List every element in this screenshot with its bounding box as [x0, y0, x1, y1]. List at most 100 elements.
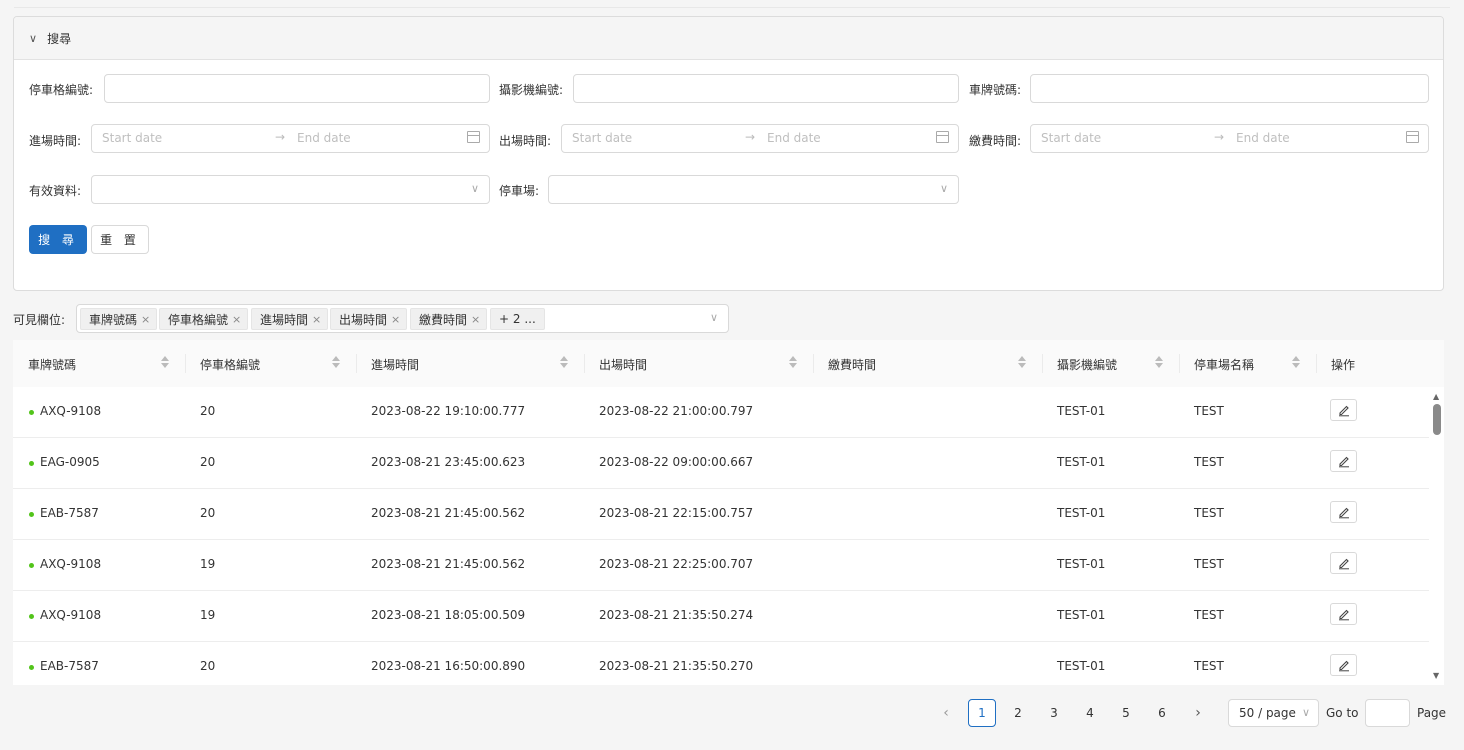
close-icon[interactable]: × — [391, 313, 400, 326]
camera-no-input[interactable] — [573, 74, 959, 103]
enter-time-label: 進場時間: — [29, 134, 82, 148]
vertical-scrollbar-thumb[interactable] — [1433, 404, 1441, 435]
cell-camera: TEST-01 — [1057, 404, 1106, 418]
search-button[interactable]: 搜 尋 — [29, 225, 87, 254]
cell-space: 19 — [200, 608, 216, 622]
pagination-page-4[interactable]: 4 — [1076, 699, 1104, 727]
edit-icon — [1338, 609, 1349, 621]
column-header-plate[interactable]: 車牌號碼 — [28, 356, 76, 373]
goto-label: Go to — [1326, 706, 1359, 720]
edit-button[interactable] — [1330, 654, 1357, 676]
cell-space: 19 — [200, 557, 216, 571]
column-header-camera[interactable]: 攝影機編號 — [1057, 356, 1117, 373]
edit-button[interactable] — [1330, 501, 1357, 523]
column-header-exit-time[interactable]: 出場時間 — [599, 356, 647, 373]
table-row[interactable]: AXQ-9108 19 2023-08-21 18:05:00.509 2023… — [13, 591, 1429, 642]
pagination-page-6[interactable]: 6 — [1148, 699, 1176, 727]
pagination-page-3[interactable]: 3 — [1040, 699, 1068, 727]
pagination-prev-button[interactable]: ‹ — [936, 699, 956, 727]
sort-icon[interactable] — [332, 355, 340, 369]
column-divider — [584, 354, 585, 373]
chevron-down-icon: ∨ — [470, 182, 479, 195]
pay-time-label: 繳費時間: — [969, 134, 1022, 148]
table-header: 車牌號碼 停車格編號 進場時間 出場時間 繳費時間 攝影機編號 停車場名稱 操作 — [13, 340, 1444, 387]
table-row[interactable]: EAB-7587 20 2023-08-21 21:45:00.562 2023… — [13, 489, 1429, 540]
column-header-space[interactable]: 停車格編號 — [200, 356, 260, 373]
table-row[interactable]: AXQ-9108 20 2023-08-22 19:10:00.777 2023… — [13, 387, 1429, 438]
column-header-lot[interactable]: 停車場名稱 — [1194, 356, 1254, 373]
exit-time-end[interactable]: End date — [767, 131, 821, 145]
arrow-right-icon: → — [275, 130, 286, 144]
close-icon[interactable]: × — [141, 313, 150, 326]
edit-icon — [1338, 660, 1349, 672]
cell-enter-time: 2023-08-21 21:45:00.562 — [371, 506, 526, 520]
space-no-input[interactable] — [104, 74, 490, 103]
cell-space: 20 — [200, 404, 216, 418]
close-icon[interactable]: × — [312, 313, 321, 326]
cell-enter-time: 2023-08-21 16:50:00.890 — [371, 659, 526, 673]
table-row[interactable]: EAB-7587 20 2023-08-21 16:50:00.890 2023… — [13, 642, 1429, 685]
enter-time-range-picker[interactable]: Start date → End date — [91, 124, 490, 153]
sort-icon[interactable] — [789, 355, 797, 369]
chevron-down-icon: ∨ — [709, 311, 718, 324]
calendar-icon — [936, 131, 949, 143]
sort-icon[interactable] — [1018, 355, 1026, 369]
enter-time-start[interactable]: Start date — [102, 131, 162, 145]
visible-columns-label: 可見欄位: — [13, 313, 66, 327]
visible-columns-select[interactable]: 車牌號碼 × 停車格編號 × 進場時間 × 出場時間 × 繳費時間 × + 2 ... ∨ — [76, 304, 729, 333]
status-dot — [29, 410, 34, 415]
column-header-pay-time[interactable]: 繳費時間 — [828, 356, 876, 373]
records-table: 車牌號碼 停車格編號 進場時間 出場時間 繳費時間 攝影機編號 停車場名稱 操作… — [13, 340, 1444, 685]
pay-time-end[interactable]: End date — [1236, 131, 1290, 145]
exit-time-range-picker[interactable]: Start date → End date — [561, 124, 959, 153]
pagination-page-2[interactable]: 2 — [1004, 699, 1032, 727]
table-row[interactable]: AXQ-9108 19 2023-08-21 21:45:00.562 2023… — [13, 540, 1429, 591]
exit-time-start[interactable]: Start date — [572, 131, 632, 145]
camera-no-label: 攝影機編號: — [499, 83, 564, 97]
enter-time-end[interactable]: End date — [297, 131, 351, 145]
pagination-next-button[interactable]: › — [1188, 699, 1208, 727]
edit-button[interactable] — [1330, 450, 1357, 472]
parking-lot-select[interactable]: ∨ — [548, 175, 959, 204]
reset-button[interactable]: 重 置 — [91, 225, 149, 254]
more-columns-tag[interactable]: + 2 ... — [490, 308, 545, 330]
cell-camera: TEST-01 — [1057, 659, 1106, 673]
valid-data-select[interactable]: ∨ — [91, 175, 490, 204]
close-icon[interactable]: × — [471, 313, 480, 326]
plate-no-label: 車牌號碼: — [969, 83, 1022, 97]
sort-icon[interactable] — [161, 355, 169, 369]
cell-space: 20 — [200, 455, 216, 469]
pay-time-range-picker[interactable]: Start date → End date — [1030, 124, 1429, 153]
cell-camera: TEST-01 — [1057, 608, 1106, 622]
goto-page-input[interactable] — [1365, 699, 1410, 727]
sort-icon[interactable] — [1155, 355, 1163, 369]
sort-icon[interactable] — [560, 355, 568, 369]
table-row[interactable]: EAG-0905 20 2023-08-21 23:45:00.623 2023… — [13, 438, 1429, 489]
cell-exit-time: 2023-08-21 21:35:50.274 — [599, 608, 754, 622]
status-dot — [29, 461, 34, 466]
edit-button[interactable] — [1330, 399, 1357, 421]
scroll-down-arrow-icon[interactable]: ▼ — [1433, 671, 1439, 680]
plate-no-input[interactable] — [1030, 74, 1429, 103]
cell-lot: TEST — [1194, 557, 1224, 571]
calendar-icon — [467, 131, 480, 143]
search-panel-header[interactable]: ∨ 搜尋 — [14, 17, 1443, 60]
page-size-select[interactable]: 50 / page ∨ — [1228, 699, 1319, 727]
edit-button[interactable] — [1330, 603, 1357, 625]
cell-space: 20 — [200, 659, 216, 673]
pay-time-start[interactable]: Start date — [1041, 131, 1101, 145]
edit-button[interactable] — [1330, 552, 1357, 574]
scroll-up-arrow-icon[interactable]: ▲ — [1433, 392, 1439, 401]
parking-lot-label: 停車場: — [499, 184, 540, 198]
column-header-enter-time[interactable]: 進場時間 — [371, 356, 419, 373]
column-divider — [1316, 354, 1317, 373]
sort-icon[interactable] — [1292, 355, 1300, 369]
pagination-page-1[interactable]: 1 — [968, 699, 996, 727]
pagination-page-5[interactable]: 5 — [1112, 699, 1140, 727]
column-divider — [356, 354, 357, 373]
close-icon[interactable]: × — [232, 313, 241, 326]
column-tag-label: 停車格編號 — [168, 312, 229, 327]
search-panel-title: 搜尋 — [47, 31, 72, 46]
chevron-down-icon: ∨ — [29, 31, 38, 45]
cell-enter-time: 2023-08-21 23:45:00.623 — [371, 455, 526, 469]
